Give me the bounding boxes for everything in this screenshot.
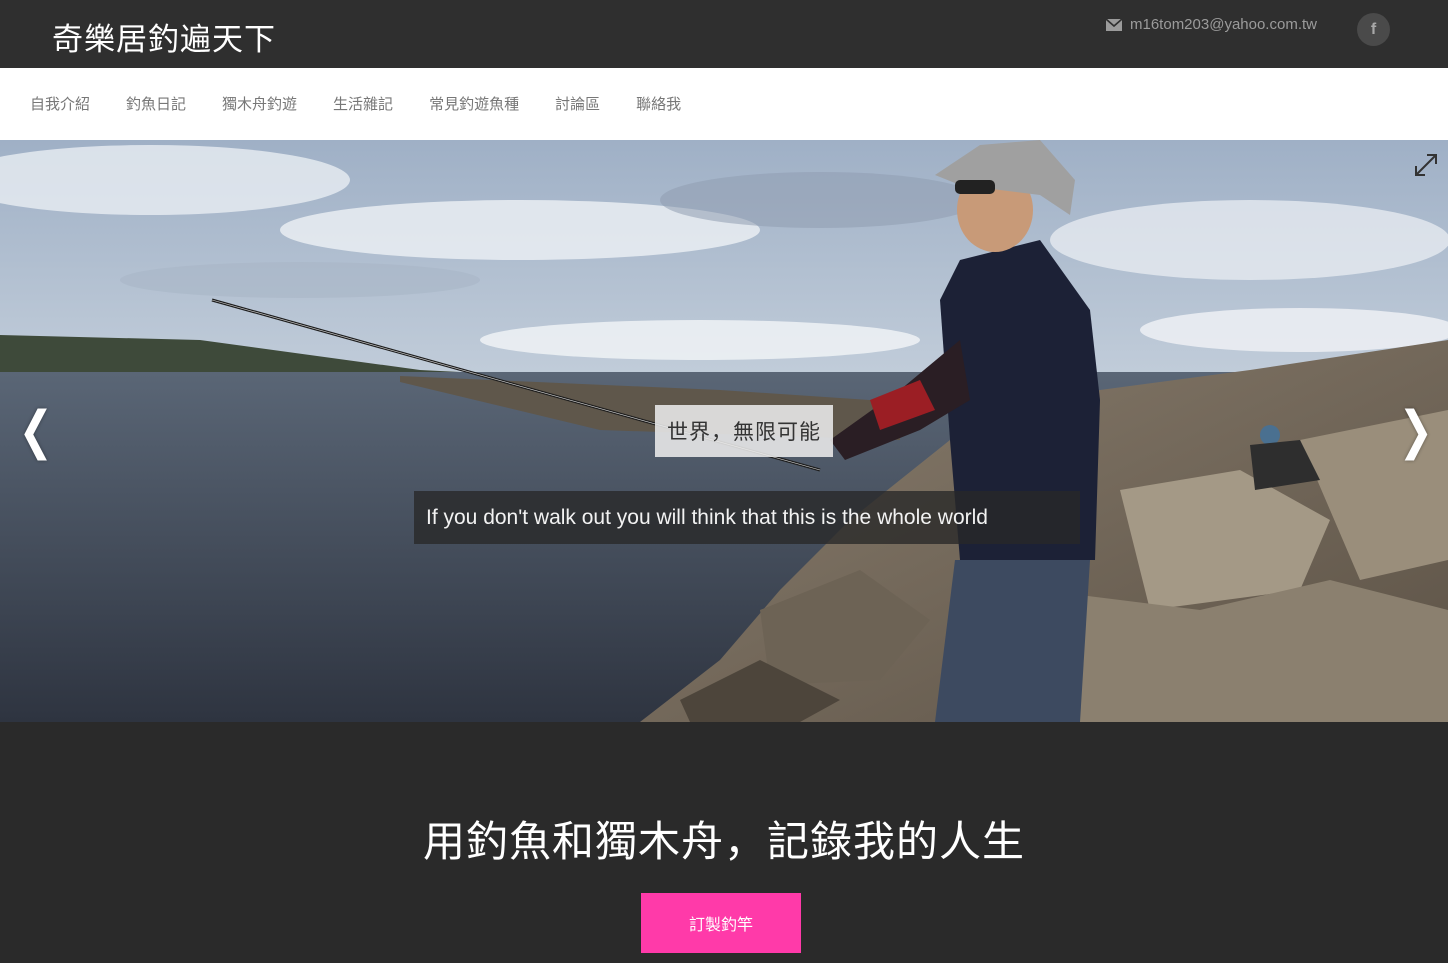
expand-icon[interactable] <box>1412 151 1440 179</box>
envelope-icon <box>1106 18 1122 31</box>
email-address: m16tom203@yahoo.com.tw <box>1130 16 1317 33</box>
slide-caption-title: 世界，無限可能 <box>655 405 833 457</box>
nav-item-forum[interactable]: 討論區 <box>555 93 600 114</box>
facebook-button[interactable]: f <box>1357 13 1390 46</box>
site-title[interactable]: 奇樂居釣遍天下 <box>52 14 276 59</box>
next-slide-arrow[interactable]: ❯ <box>1398 405 1433 457</box>
page-tagline: 用釣魚和獨木舟，記錄我的人生 <box>422 817 1025 866</box>
prev-slide-arrow[interactable]: ❮ <box>18 405 53 457</box>
custom-rod-button[interactable]: 訂製釣竿 <box>641 893 801 953</box>
nav-item-kayak-fishing[interactable]: 獨木舟釣遊 <box>222 93 297 114</box>
email-link[interactable]: m16tom203@yahoo.com.tw <box>1106 16 1317 33</box>
nav-item-fish-species[interactable]: 常見釣遊魚種 <box>429 93 519 114</box>
main-nav: 自我介紹 釣魚日記 獨木舟釣遊 生活雜記 常見釣遊魚種 討論區 聯絡我 <box>0 68 1448 140</box>
slide-caption-subtitle: If you don't walk out you will think tha… <box>414 491 1080 544</box>
nav-item-fishing-diary[interactable]: 釣魚日記 <box>126 93 186 114</box>
nav-item-life-notes[interactable]: 生活雜記 <box>333 93 393 114</box>
hero-slider: ❮ ❯ 世界，無限可能 If you don't walk out you wi… <box>0 140 1448 722</box>
facebook-icon: f <box>1370 20 1377 38</box>
top-header: 奇樂居釣遍天下 m16tom203@yahoo.com.tw f <box>0 0 1448 68</box>
nav-item-about[interactable]: 自我介紹 <box>30 93 90 114</box>
nav-list: 自我介紹 釣魚日記 獨木舟釣遊 生活雜記 常見釣遊魚種 討論區 聯絡我 <box>30 93 717 114</box>
nav-item-contact[interactable]: 聯絡我 <box>636 93 681 114</box>
